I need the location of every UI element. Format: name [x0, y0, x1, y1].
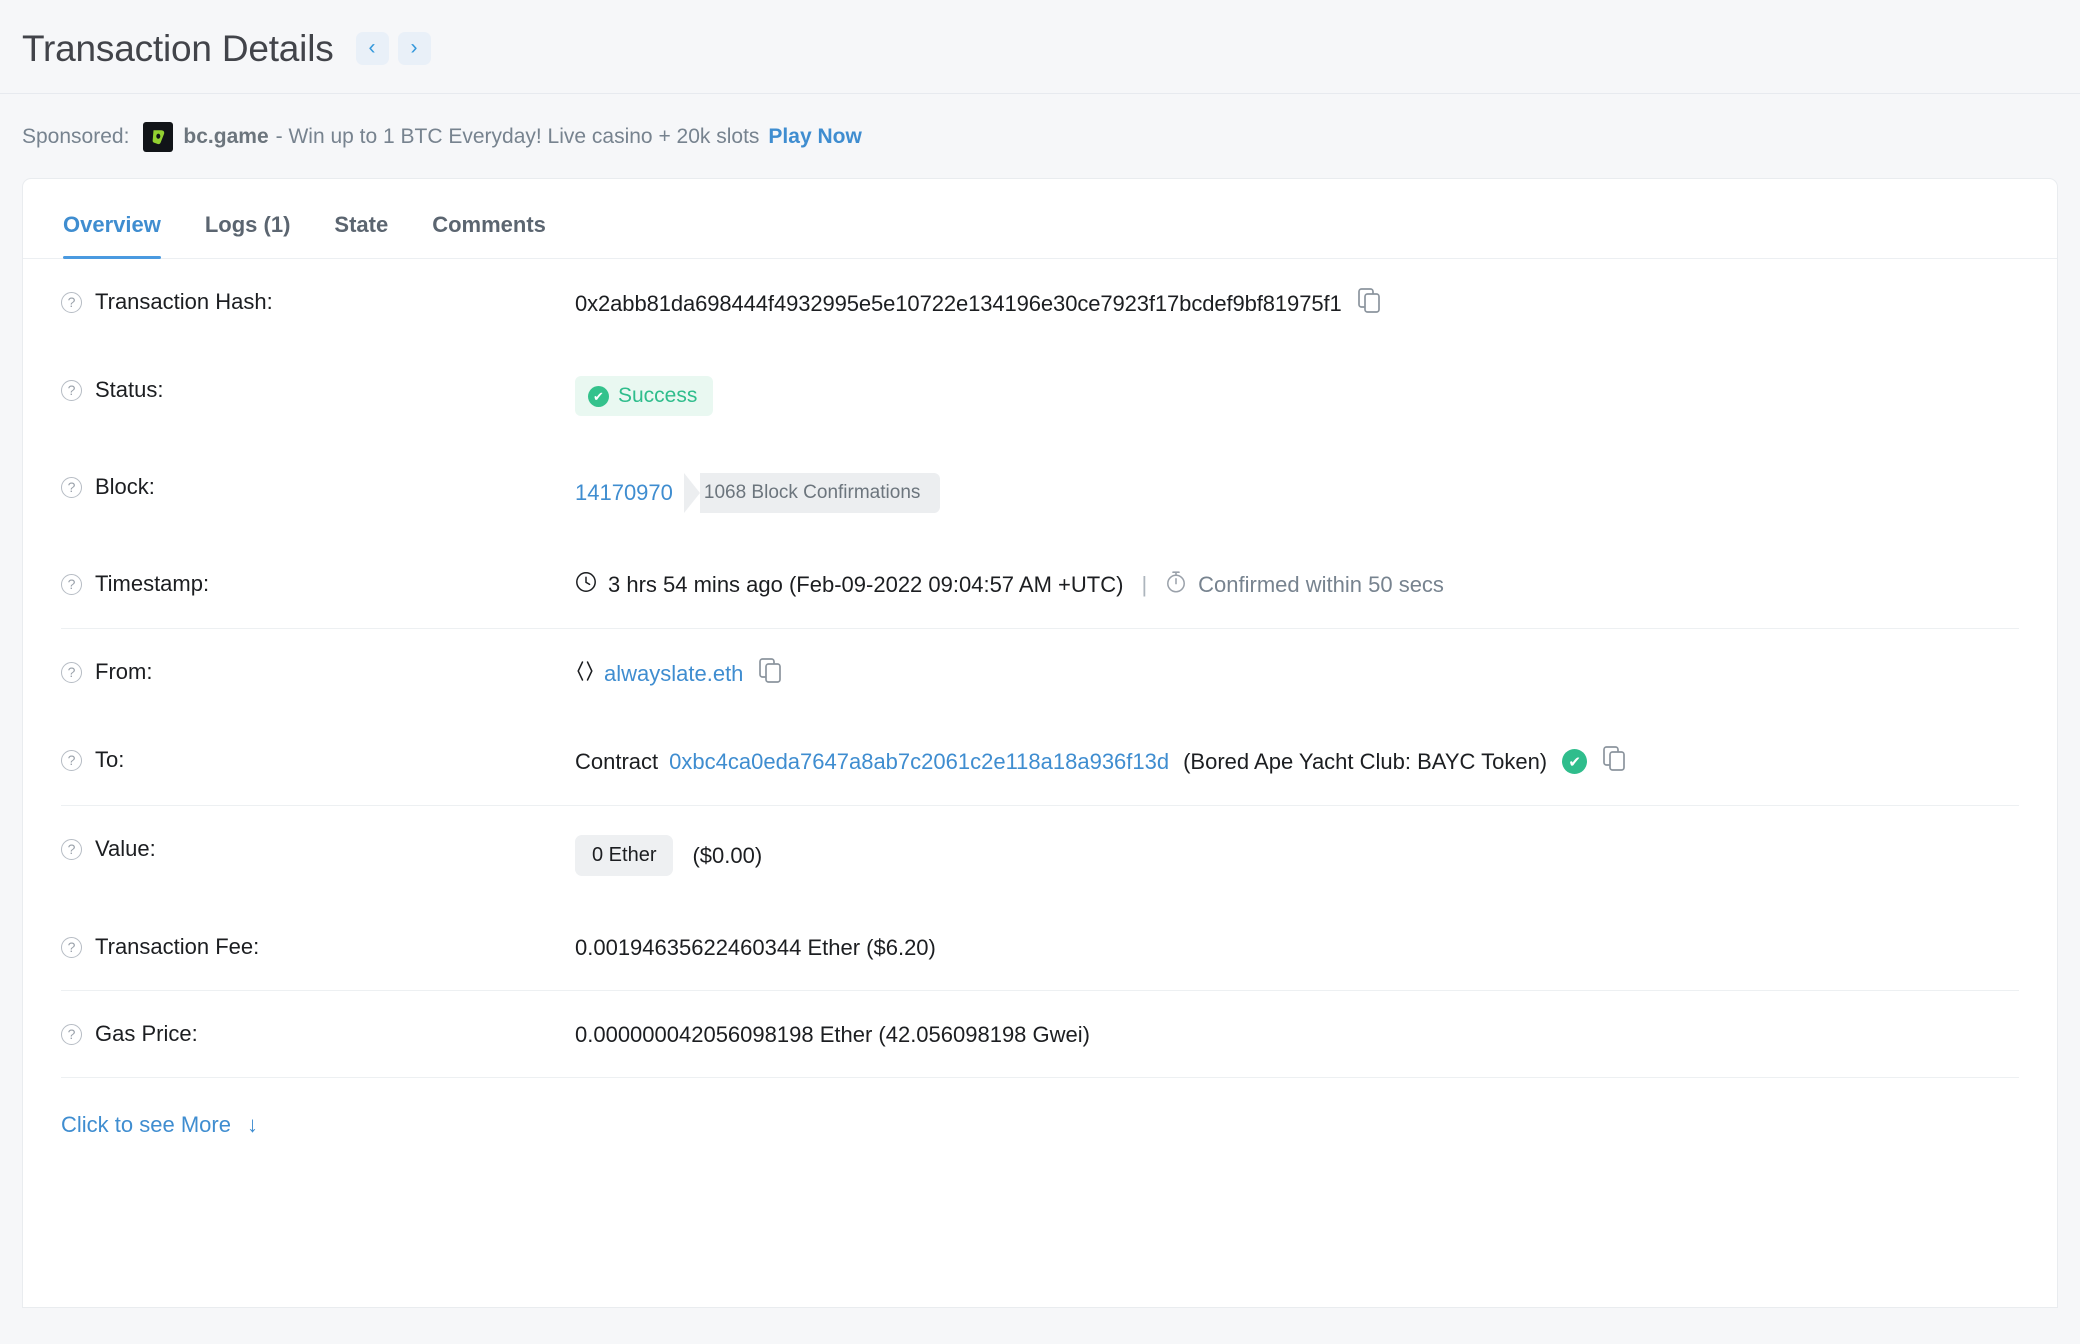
copy-icon[interactable]: [1357, 288, 1381, 319]
value-amount: 0 Ether ($0.00): [575, 834, 762, 876]
detail-rows: ? Transaction Hash: 0x2abb81da698444f493…: [23, 259, 2057, 1168]
value-timestamp: 3 hrs 54 mins ago (Feb-09-2022 09:04:57 …: [575, 569, 1444, 600]
sponsor-name[interactable]: bc.game: [183, 125, 268, 149]
copy-icon[interactable]: [759, 658, 782, 689]
value-gas-price: 0.000000042056098198 Ether (42.056098198…: [575, 1021, 1090, 1047]
label-timestamp: ? Timestamp:: [61, 569, 575, 597]
row-value: ? Value: 0 Ether ($0.00): [23, 806, 2057, 904]
row-gas-price: ? Gas Price: 0.000000042056098198 Ether …: [23, 991, 2057, 1077]
token-name-text: (Bored Ape Yacht Club: BAYC Token): [1183, 748, 1548, 774]
help-icon[interactable]: ?: [61, 1023, 82, 1045]
label-text: To:: [95, 747, 125, 772]
next-transaction-button[interactable]: ›: [397, 32, 431, 65]
contract-prefix: Contract: [575, 748, 659, 774]
help-icon[interactable]: ?: [61, 749, 82, 771]
transaction-hash-text: 0x2abb81da698444f4932995e5e10722e134196e…: [575, 290, 1342, 316]
bc-game-logo-icon: [143, 122, 174, 152]
sponsored-label: Sponsored:: [22, 125, 130, 148]
transaction-details-page: Transaction Details ‹ › Sponsored: bc.ga…: [0, 0, 2080, 1344]
label-text: Block:: [95, 474, 155, 499]
help-icon[interactable]: ?: [61, 661, 82, 683]
row-transaction-fee: ? Transaction Fee: 0.00194635622460344 E…: [23, 904, 2057, 990]
label-to: ? To:: [61, 745, 575, 773]
help-icon[interactable]: ?: [61, 936, 82, 958]
label-gas-price: ? Gas Price:: [61, 1019, 575, 1047]
row-from: ? From: alwayslate.eth: [23, 629, 2057, 717]
page-header: Transaction Details ‹ ›: [0, 0, 2080, 93]
label-value: ? Value:: [61, 834, 575, 862]
label-block: ? Block:: [61, 472, 575, 500]
label-text: Gas Price:: [95, 1021, 198, 1046]
clock-icon: [575, 571, 597, 599]
usd-value-text: ($0.00): [692, 842, 763, 868]
help-icon[interactable]: ?: [61, 379, 82, 401]
sponsored-banner: Sponsored: bc.game - Win up to 1 BTC Eve…: [0, 94, 2080, 178]
timestamp-text: 3 hrs 54 mins ago (Feb-09-2022 09:04:57 …: [608, 572, 1124, 597]
copy-icon[interactable]: [1603, 746, 1626, 777]
record-navigation: ‹ ›: [355, 32, 431, 65]
label-text: Timestamp:: [95, 571, 210, 596]
sponsor-cta-link[interactable]: Play Now: [768, 125, 861, 149]
to-address-link[interactable]: 0xbc4ca0eda7647a8ab7c2061c2e118a18a936f1…: [669, 749, 1169, 775]
value-transaction-fee: 0.00194635622460344 Ether ($6.20): [575, 934, 936, 960]
block-number-link[interactable]: 14170970: [575, 480, 673, 506]
row-status: ? Status: ✔ Success: [23, 347, 2057, 444]
tab-state[interactable]: State: [312, 212, 410, 258]
prev-transaction-button[interactable]: ‹: [355, 32, 389, 65]
verified-contract-icon: ✔: [1562, 749, 1588, 774]
tab-bar: Overview Logs (1) State Comments: [23, 179, 2057, 259]
see-more-link[interactable]: Click to see More: [61, 1112, 231, 1138]
label-text: From:: [95, 659, 153, 684]
timestamp-separator: |: [1141, 572, 1148, 597]
tab-overview[interactable]: Overview: [41, 212, 183, 259]
label-status: ? Status:: [61, 375, 575, 403]
row-transaction-hash: ? Transaction Hash: 0x2abb81da698444f493…: [23, 259, 2057, 347]
value-to: Contract 0xbc4ca0eda7647a8ab7c2061c2e118…: [575, 745, 1626, 777]
arrow-down-icon[interactable]: ↓: [247, 1112, 258, 1138]
row-see-more: Click to see More ↓: [23, 1078, 2057, 1168]
row-block: ? Block: 14170970 1068 Block Confirmatio…: [23, 444, 2057, 541]
ens-code-icon: [575, 659, 595, 689]
ether-value-pill: 0 Ether: [575, 835, 674, 876]
confirmations-arrow-shape: [683, 473, 700, 513]
label-transaction-fee: ? Transaction Fee:: [61, 932, 575, 960]
label-from: ? From:: [61, 657, 575, 685]
confirmations-text: 1068 Block Confirmations: [699, 473, 941, 513]
row-timestamp: ? Timestamp: 3 hrs 54 mins ago (Feb-09-2…: [23, 541, 2057, 628]
label-text: Status:: [95, 377, 164, 402]
check-icon: ✔: [588, 385, 609, 407]
row-to: ? To: Contract 0xbc4ca0eda7647a8ab7c2061…: [23, 717, 2057, 805]
from-address-link[interactable]: alwayslate.eth: [604, 661, 743, 687]
label-transaction-hash: ? Transaction Hash:: [61, 287, 575, 315]
value-block: 14170970 1068 Block Confirmations: [575, 472, 941, 513]
confirmed-within-text: Confirmed within 50 secs: [1198, 572, 1444, 597]
status-badge: ✔ Success: [575, 376, 714, 416]
transaction-card: Overview Logs (1) State Comments ? Trans…: [22, 178, 2058, 1308]
status-text: Success: [618, 384, 698, 407]
label-text: Value:: [95, 836, 156, 861]
help-icon[interactable]: ?: [61, 291, 82, 313]
value-status: ✔ Success: [575, 375, 714, 416]
value-transaction-hash: 0x2abb81da698444f4932995e5e10722e134196e…: [575, 287, 1381, 319]
help-icon[interactable]: ?: [61, 476, 82, 498]
sponsor-description: - Win up to 1 BTC Everyday! Live casino …: [275, 125, 760, 148]
stopwatch-icon: [1165, 570, 1187, 600]
label-text: Transaction Fee:: [95, 934, 260, 959]
label-text: Transaction Hash:: [95, 289, 273, 314]
tab-comments[interactable]: Comments: [410, 212, 568, 258]
value-from: alwayslate.eth: [575, 657, 782, 689]
help-icon[interactable]: ?: [61, 838, 82, 860]
block-confirmations: 1068 Block Confirmations: [683, 473, 941, 513]
help-icon[interactable]: ?: [61, 573, 82, 595]
page-title: Transaction Details: [22, 28, 334, 69]
tab-logs[interactable]: Logs (1): [183, 212, 313, 258]
